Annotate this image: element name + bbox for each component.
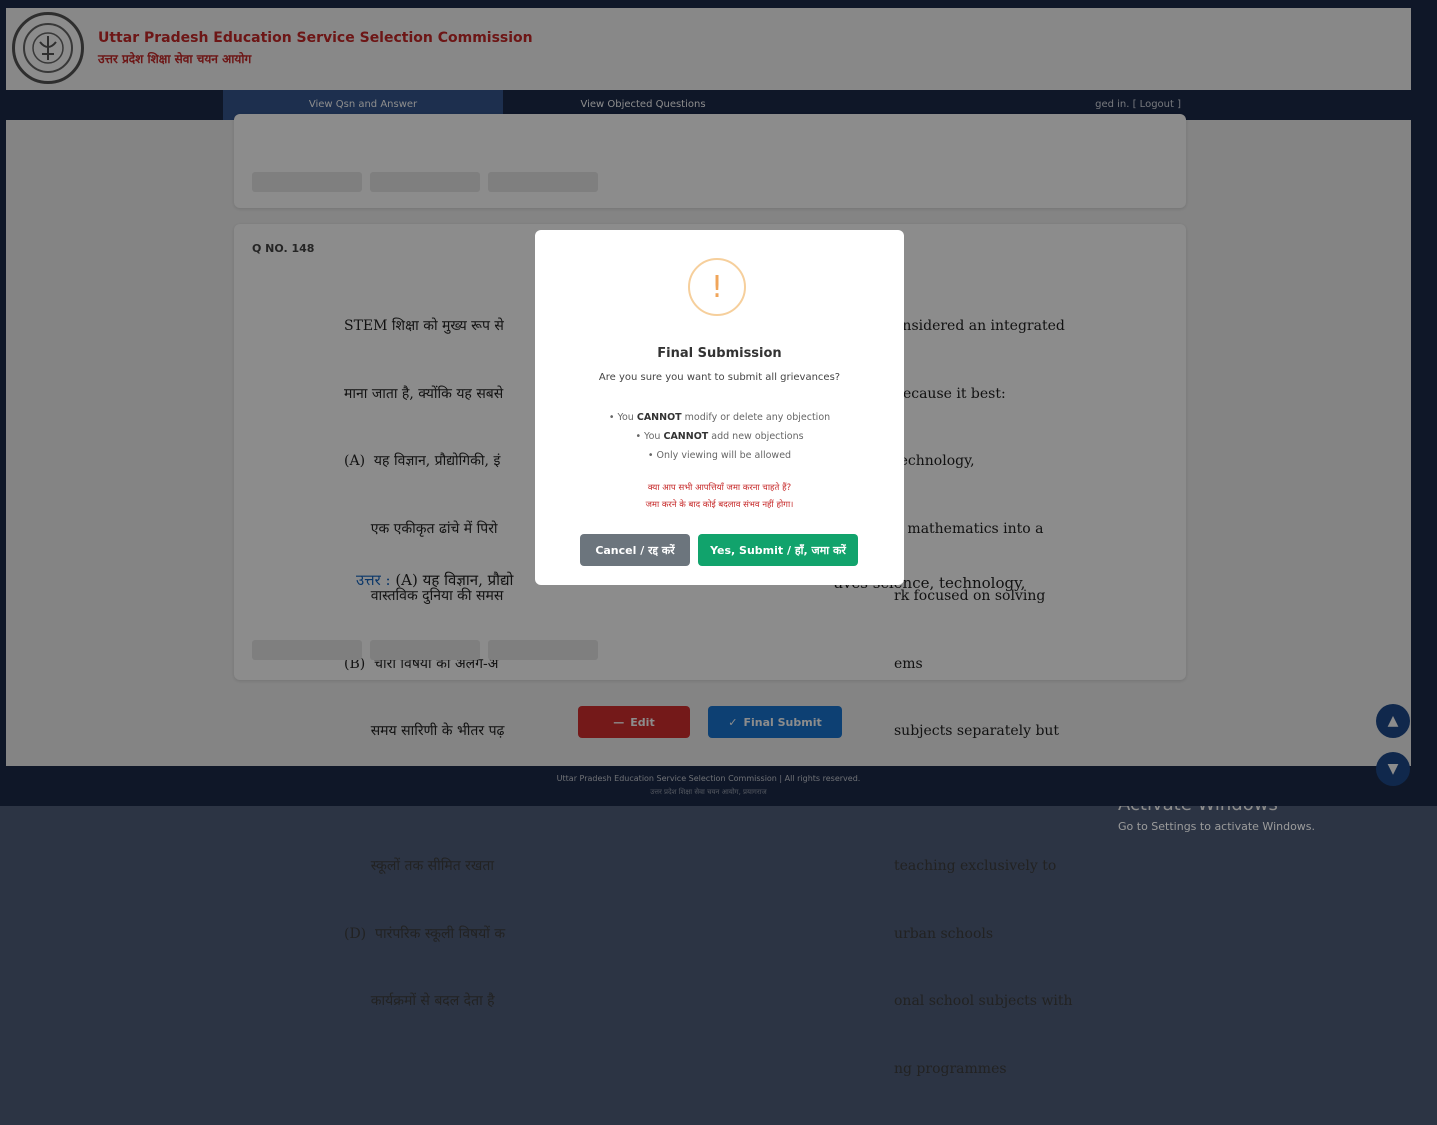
modal-hindi-warning: क्या आप सभी आपत्तियाँ जमा करना चाहते हैं… [645,483,794,510]
modal-bullet: • You CANNOT modify or delete any object… [608,412,831,423]
windows-activation-subtitle: Go to Settings to activate Windows. [1118,820,1316,833]
cancel-button[interactable]: Cancel / रद्द करें [580,534,690,566]
modal-bullet: • Only viewing will be allowed [647,450,792,461]
modal-bullet: • You CANNOT add new objections [635,431,804,442]
warning-icon: ! [688,258,746,316]
modal-bullet-list: • You CANNOT modify or delete any object… [535,408,904,465]
final-submission-modal: ! Final Submission Are you sure you want… [535,230,904,585]
confirm-submit-button[interactable]: Yes, Submit / हाँ, जमा करें [698,534,858,566]
modal-title: Final Submission [657,346,782,361]
modal-question: Are you sure you want to submit all grie… [598,372,841,383]
